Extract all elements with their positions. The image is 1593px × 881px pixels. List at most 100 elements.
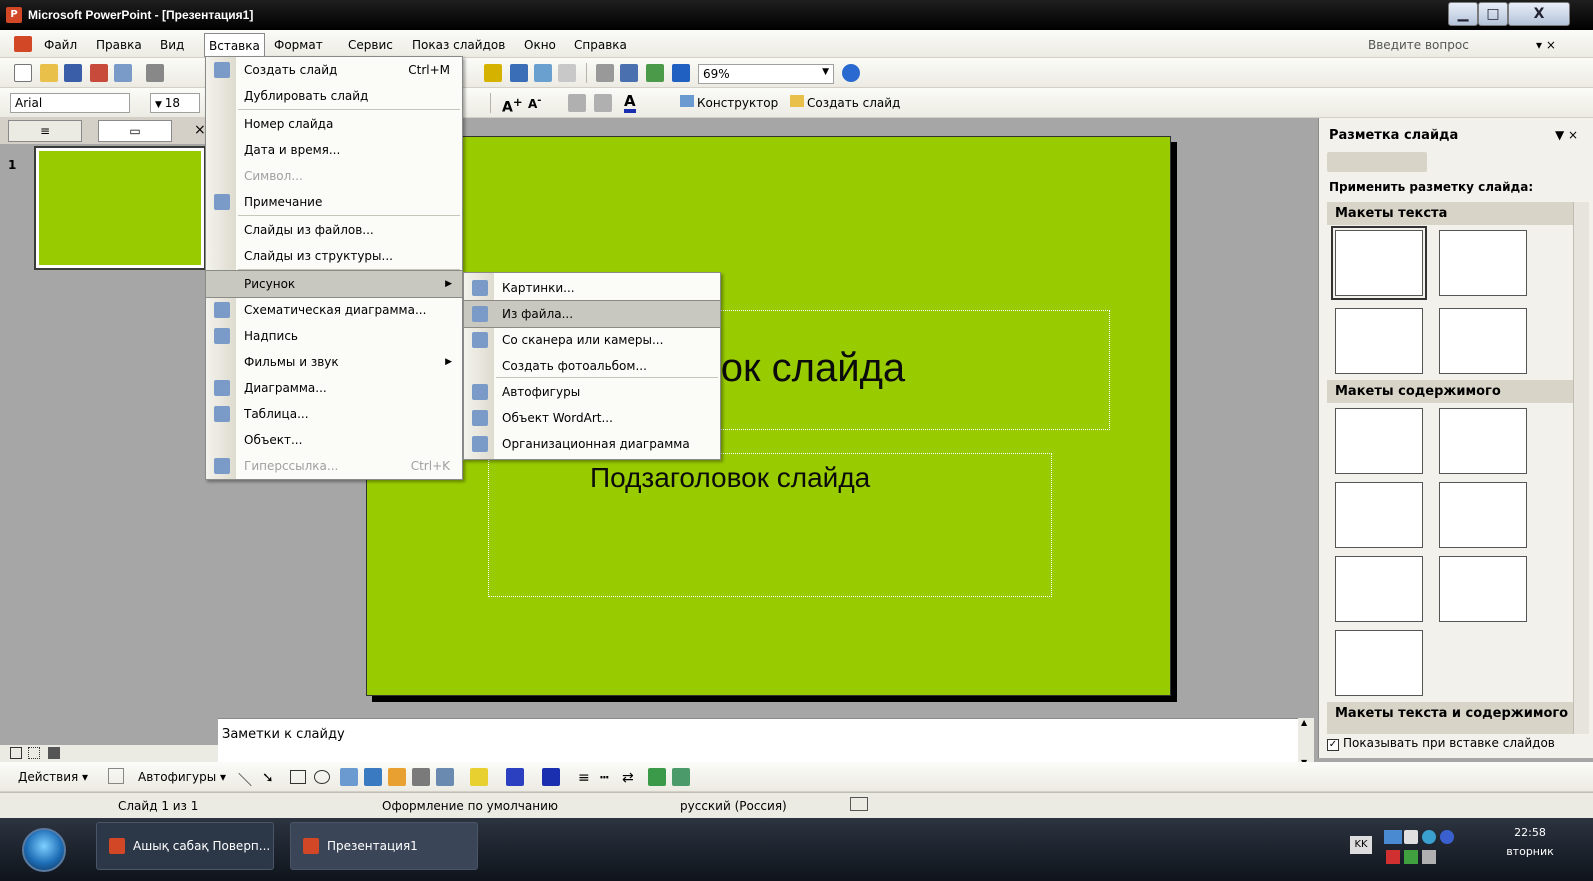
layout-blank[interactable] [1335, 408, 1423, 474]
arrow-icon[interactable]: ➘ [262, 770, 274, 786]
3d-style-icon[interactable] [672, 768, 690, 786]
task-button-doc[interactable]: Ашық сабақ Поверп... [96, 822, 274, 870]
expand-icon[interactable] [596, 64, 614, 82]
picture-icon[interactable] [436, 768, 454, 786]
menu-view[interactable]: Вид [160, 38, 184, 52]
task-pane-nav[interactable] [1327, 152, 1427, 172]
menu-close-icon[interactable]: ▾ × [1536, 38, 1556, 52]
color-grayscale-icon[interactable] [672, 64, 690, 82]
font-size-select[interactable]: ▼ 18 [150, 93, 200, 113]
tray-misc-icon[interactable] [1422, 850, 1436, 864]
insert-menu-item[interactable]: Рисунок ▶ [205, 270, 463, 298]
menu-help[interactable]: Справка [574, 38, 627, 52]
layout-two-columns[interactable] [1439, 308, 1527, 374]
document-icon[interactable] [14, 36, 32, 52]
insert-menu-item[interactable]: Таблица... [206, 401, 462, 427]
task-pane-menu-icon[interactable]: ▼ × [1555, 128, 1578, 142]
grid-icon[interactable] [646, 64, 664, 82]
picture-submenu-item[interactable]: Автофигуры [464, 379, 720, 405]
table-toolbar-icon[interactable] [510, 64, 528, 82]
oval-icon[interactable] [314, 770, 330, 784]
email-icon[interactable] [114, 64, 132, 82]
insert-menu-item[interactable]: Надпись [206, 323, 462, 349]
close-button[interactable]: X [1508, 2, 1570, 26]
picture-submenu-item[interactable]: Объект WordArt... [464, 405, 720, 431]
decrease-indent-icon[interactable] [568, 94, 586, 112]
menu-window[interactable]: Окно [524, 38, 556, 52]
textbox-icon[interactable] [340, 768, 358, 786]
normal-view-icon[interactable] [10, 747, 22, 759]
menu-tools[interactable]: Сервис [348, 38, 393, 52]
tray-app2-icon[interactable] [1440, 830, 1454, 844]
picture-submenu-item[interactable]: Картинки... [464, 275, 720, 301]
help-search-input[interactable]: Введите вопрос [1368, 38, 1469, 52]
spelling-icon[interactable] [850, 797, 868, 811]
insert-menu-item[interactable]: Создать слайд Ctrl+M [206, 57, 462, 83]
line-icon[interactable]: ＼ [238, 770, 252, 790]
insert-menu-item[interactable]: Дублировать слайд [206, 83, 462, 109]
increase-indent-icon[interactable] [594, 94, 612, 112]
zoom-select[interactable]: 69% ▼ [698, 64, 834, 84]
menu-insert[interactable]: Вставка [204, 33, 265, 57]
line-color-icon[interactable] [506, 768, 524, 786]
autoshapes-menu[interactable]: Автофигуры ▾ [138, 770, 226, 784]
layout-two-content[interactable] [1439, 482, 1527, 548]
layout-four-content[interactable] [1335, 556, 1423, 622]
chart-toolbar-icon[interactable] [484, 64, 502, 82]
picture-submenu-item[interactable]: Создать фотоальбом... [464, 353, 720, 379]
insert-menu-item[interactable]: Объект... [206, 427, 462, 453]
slide-thumbnail[interactable] [34, 146, 206, 270]
insert-menu-item[interactable]: Дата и время... [206, 137, 462, 163]
show-formatting-icon[interactable] [620, 64, 638, 82]
new-icon[interactable] [14, 64, 32, 82]
language-indicator[interactable]: KK [1350, 836, 1372, 854]
picture-submenu-item[interactable]: Организационная диаграмма [464, 431, 720, 457]
close-pane-icon[interactable]: × [194, 122, 206, 138]
save-icon[interactable] [64, 64, 82, 82]
volume-icon[interactable] [1404, 830, 1418, 844]
layout-four-content-alt[interactable] [1439, 556, 1527, 622]
menu-file[interactable]: Файл [44, 38, 77, 52]
layout-title-only[interactable] [1439, 230, 1527, 296]
tab-slides[interactable]: ▭ [98, 120, 172, 142]
insert-menu-item[interactable]: Схематическая диаграмма... [206, 297, 462, 323]
network-icon[interactable] [1384, 830, 1402, 844]
print-icon[interactable] [146, 64, 164, 82]
menu-edit[interactable]: Правка [96, 38, 142, 52]
show-on-insert-checkbox[interactable]: ✓ Показывать при вставке слайдов [1327, 736, 1555, 751]
tray-app-icon[interactable] [1422, 830, 1436, 844]
insert-menu-item[interactable]: Номер слайда [206, 111, 462, 137]
select-objects-icon[interactable] [108, 768, 124, 784]
layout-title-slide[interactable] [1331, 226, 1427, 300]
minimize-button[interactable]: ▁ [1448, 2, 1478, 26]
help-icon[interactable] [842, 64, 860, 82]
antivirus-icon[interactable] [1386, 850, 1400, 864]
start-button[interactable] [22, 828, 66, 872]
insert-clipart-icon[interactable] [558, 64, 576, 82]
new-slide-button[interactable]: Создать слайд [790, 95, 900, 110]
designer-button[interactable]: Конструктор [680, 95, 778, 110]
layout-title-text[interactable] [1335, 308, 1423, 374]
decrease-font-icon[interactable]: A- [528, 95, 541, 111]
font-name-select[interactable]: Arial [10, 93, 130, 113]
3d-app-icon[interactable] [1404, 850, 1418, 864]
arrow-style-icon[interactable]: ⇄ [622, 770, 634, 786]
menu-format[interactable]: Формат [274, 38, 323, 52]
layout-title-content[interactable] [1335, 482, 1423, 548]
slideshow-view-icon[interactable] [48, 747, 60, 759]
menu-slideshow[interactable]: Показ слайдов [412, 38, 505, 52]
clipart-icon[interactable] [412, 768, 430, 786]
scroll-up-icon[interactable]: ▲ [1301, 718, 1307, 727]
permission-icon[interactable] [90, 64, 108, 82]
layout-content[interactable] [1439, 408, 1527, 474]
wordart-icon[interactable] [364, 768, 382, 786]
font-color-draw-icon[interactable] [542, 768, 560, 786]
task-button-presentation[interactable]: Презентация1 [290, 822, 478, 870]
insert-menu-item[interactable]: Диаграмма... [206, 375, 462, 401]
insert-menu-item[interactable]: Фильмы и звук ▶ [206, 349, 462, 375]
maximize-button[interactable]: □ [1478, 2, 1508, 26]
sorter-view-icon[interactable] [28, 747, 40, 759]
open-icon[interactable] [40, 64, 58, 82]
picture-submenu-item[interactable]: Из файла... [463, 300, 721, 328]
increase-font-icon[interactable]: A+ [502, 95, 523, 116]
